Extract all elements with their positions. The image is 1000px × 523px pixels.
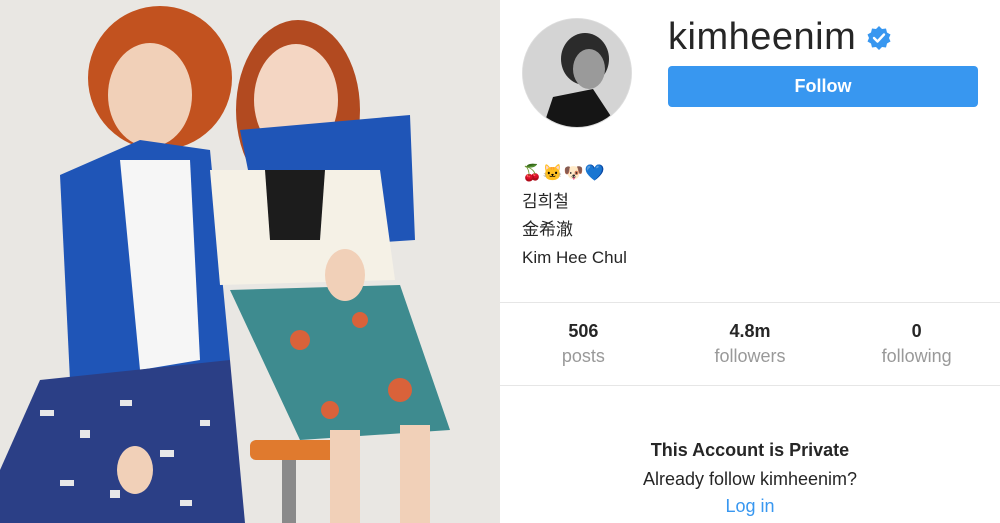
verified-badge-icon: [867, 25, 891, 50]
username-row: kimheenim: [668, 16, 892, 59]
bio-emojis: 🍒🐱🐶💙: [522, 165, 606, 182]
private-account-notice: This Account is Private Already follow k…: [500, 440, 1000, 517]
stat-value: 0: [911, 321, 922, 341]
bio-line-hanja: 金希澈: [522, 220, 573, 239]
profile-photo-collage: [0, 0, 500, 523]
username: kimheenim: [668, 16, 857, 58]
follow-button[interactable]: Follow: [668, 66, 978, 107]
stat-followers[interactable]: 4.8m followers: [667, 303, 834, 385]
private-title: This Account is Private: [650, 440, 850, 460]
profile-bio: 🍒🐱🐶💙 김희철 金希澈 Kim Hee Chul: [522, 160, 627, 272]
private-subtitle: Already follow kimheenim?: [642, 469, 858, 489]
stat-value: 4.8m: [729, 321, 771, 341]
bio-line-korean: 김희철: [522, 192, 569, 211]
profile-panel: kimheenim Follow 🍒🐱🐶💙 김희철 金希澈 Kim Hee Ch…: [500, 0, 1000, 523]
divider-bottom: [500, 385, 1000, 386]
stat-label: followers: [714, 346, 786, 366]
profile-stats: 506 posts 4.8m followers 0 following: [500, 303, 1000, 385]
stat-posts: 506 posts: [500, 303, 667, 385]
photo-illustration: [0, 0, 500, 523]
stat-label: posts: [561, 346, 605, 366]
stat-label: following: [881, 346, 952, 366]
stat-value: 506: [568, 321, 599, 341]
login-link[interactable]: Log in: [725, 496, 774, 517]
avatar[interactable]: [522, 18, 632, 128]
stat-following[interactable]: 0 following: [833, 303, 1000, 385]
avatar-image: [523, 19, 631, 127]
bio-line-english: Kim Hee Chul: [522, 248, 627, 267]
